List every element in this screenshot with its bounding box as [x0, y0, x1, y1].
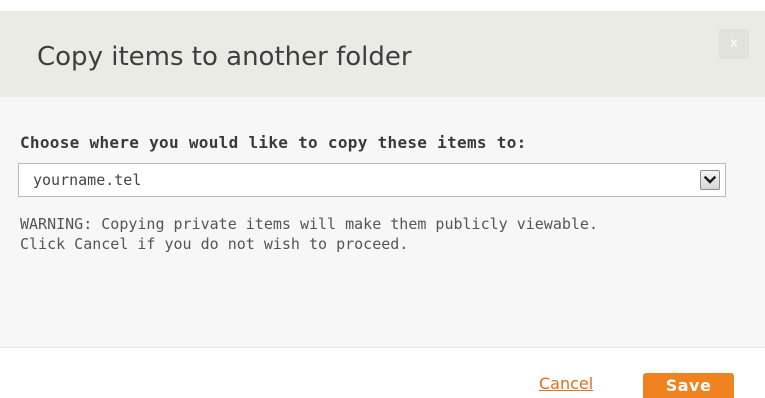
save-button[interactable]: Save — [643, 373, 734, 398]
cancel-link[interactable]: Cancel — [539, 374, 593, 393]
close-button[interactable]: x — [719, 29, 749, 59]
warning-line: Click Cancel if you do not wish to proce… — [20, 235, 409, 253]
folder-select-value: yourname.tel — [33, 171, 142, 189]
destination-prompt: Choose where you would like to copy thes… — [20, 133, 527, 152]
dialog-title: Copy items to another folder — [37, 42, 412, 72]
warning-line: WARNING: Copying private items will make… — [20, 215, 598, 233]
warning-message: WARNING: Copying private items will make… — [20, 214, 598, 254]
copy-items-dialog: Copy items to another folder x Choose wh… — [0, 0, 765, 398]
folder-select[interactable]: yourname.tel — [18, 163, 726, 197]
chevron-down-icon[interactable] — [700, 170, 720, 190]
close-icon: x — [730, 36, 738, 51]
